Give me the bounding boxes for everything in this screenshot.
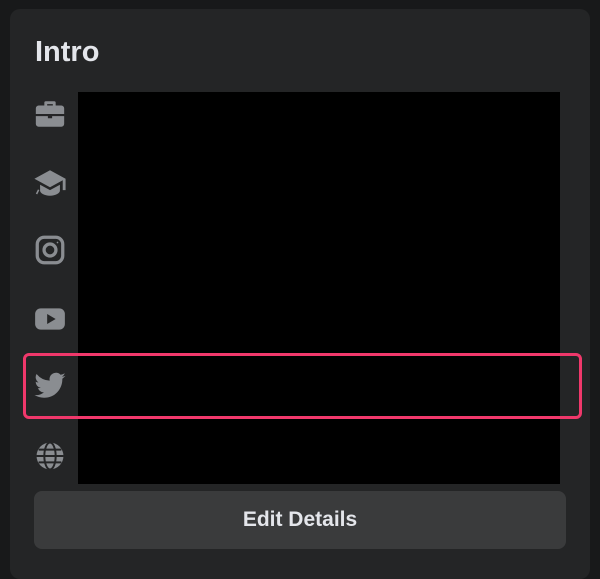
redacted-details-area <box>78 92 560 484</box>
instagram-icon <box>33 233 67 267</box>
briefcase-icon <box>33 97 67 131</box>
globe-icon <box>33 439 67 473</box>
edit-details-button[interactable]: Edit Details <box>34 491 566 549</box>
graduation-cap-icon <box>33 166 67 200</box>
intro-title: Intro <box>35 36 100 68</box>
twitter-icon <box>33 368 67 402</box>
youtube-icon <box>33 302 67 336</box>
intro-card: Intro Edit Details <box>10 9 590 579</box>
